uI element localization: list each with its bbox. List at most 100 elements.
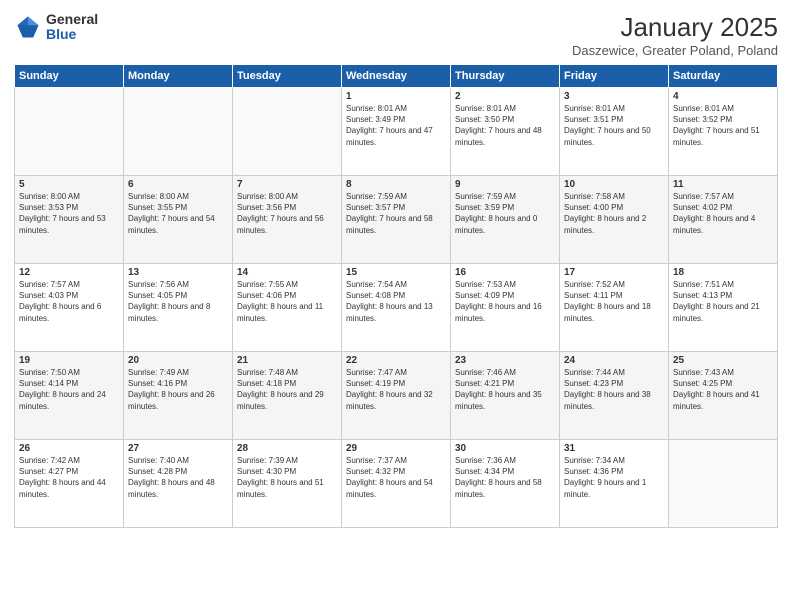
day-number: 13 <box>128 267 228 278</box>
week-row-5: 26Sunrise: 7:42 AM Sunset: 4:27 PM Dayli… <box>15 440 778 528</box>
day-number: 31 <box>564 443 664 454</box>
header-saturday: Saturday <box>669 65 778 88</box>
day-number: 30 <box>455 443 555 454</box>
day-cell: 1Sunrise: 8:01 AM Sunset: 3:49 PM Daylig… <box>342 88 451 176</box>
day-info: Sunrise: 7:51 AM Sunset: 4:13 PM Dayligh… <box>673 279 773 324</box>
day-info: Sunrise: 7:55 AM Sunset: 4:06 PM Dayligh… <box>237 279 337 324</box>
week-row-1: 1Sunrise: 8:01 AM Sunset: 3:49 PM Daylig… <box>15 88 778 176</box>
header-monday: Monday <box>124 65 233 88</box>
day-info: Sunrise: 7:44 AM Sunset: 4:23 PM Dayligh… <box>564 367 664 412</box>
day-cell: 6Sunrise: 8:00 AM Sunset: 3:55 PM Daylig… <box>124 176 233 264</box>
day-number: 24 <box>564 355 664 366</box>
day-info: Sunrise: 7:59 AM Sunset: 3:57 PM Dayligh… <box>346 191 446 236</box>
day-cell: 25Sunrise: 7:43 AM Sunset: 4:25 PM Dayli… <box>669 352 778 440</box>
day-number: 1 <box>346 91 446 102</box>
logo-general-text: General <box>46 12 98 27</box>
day-cell: 21Sunrise: 7:48 AM Sunset: 4:18 PM Dayli… <box>233 352 342 440</box>
day-number: 10 <box>564 179 664 190</box>
day-info: Sunrise: 7:56 AM Sunset: 4:05 PM Dayligh… <box>128 279 228 324</box>
day-number: 29 <box>346 443 446 454</box>
day-cell: 4Sunrise: 8:01 AM Sunset: 3:52 PM Daylig… <box>669 88 778 176</box>
day-cell: 12Sunrise: 7:57 AM Sunset: 4:03 PM Dayli… <box>15 264 124 352</box>
day-cell: 24Sunrise: 7:44 AM Sunset: 4:23 PM Dayli… <box>560 352 669 440</box>
day-number: 23 <box>455 355 555 366</box>
day-info: Sunrise: 7:43 AM Sunset: 4:25 PM Dayligh… <box>673 367 773 412</box>
day-cell <box>124 88 233 176</box>
day-number: 16 <box>455 267 555 278</box>
day-number: 28 <box>237 443 337 454</box>
day-cell: 27Sunrise: 7:40 AM Sunset: 4:28 PM Dayli… <box>124 440 233 528</box>
day-number: 7 <box>237 179 337 190</box>
day-cell: 8Sunrise: 7:59 AM Sunset: 3:57 PM Daylig… <box>342 176 451 264</box>
day-number: 12 <box>19 267 119 278</box>
month-title: January 2025 <box>572 12 778 43</box>
day-number: 18 <box>673 267 773 278</box>
day-info: Sunrise: 7:58 AM Sunset: 4:00 PM Dayligh… <box>564 191 664 236</box>
day-cell: 5Sunrise: 8:00 AM Sunset: 3:53 PM Daylig… <box>15 176 124 264</box>
day-cell: 3Sunrise: 8:01 AM Sunset: 3:51 PM Daylig… <box>560 88 669 176</box>
location-subtitle: Daszewice, Greater Poland, Poland <box>572 43 778 58</box>
day-cell: 28Sunrise: 7:39 AM Sunset: 4:30 PM Dayli… <box>233 440 342 528</box>
day-cell: 22Sunrise: 7:47 AM Sunset: 4:19 PM Dayli… <box>342 352 451 440</box>
calendar-table: SundayMondayTuesdayWednesdayThursdayFrid… <box>14 64 778 528</box>
day-number: 4 <box>673 91 773 102</box>
day-cell: 15Sunrise: 7:54 AM Sunset: 4:08 PM Dayli… <box>342 264 451 352</box>
day-cell: 2Sunrise: 8:01 AM Sunset: 3:50 PM Daylig… <box>451 88 560 176</box>
day-info: Sunrise: 7:36 AM Sunset: 4:34 PM Dayligh… <box>455 455 555 500</box>
logo-blue-text: Blue <box>46 27 98 42</box>
day-info: Sunrise: 7:47 AM Sunset: 4:19 PM Dayligh… <box>346 367 446 412</box>
day-info: Sunrise: 8:01 AM Sunset: 3:51 PM Dayligh… <box>564 103 664 148</box>
logo: General Blue <box>14 12 98 43</box>
day-info: Sunrise: 7:48 AM Sunset: 4:18 PM Dayligh… <box>237 367 337 412</box>
day-info: Sunrise: 8:00 AM Sunset: 3:53 PM Dayligh… <box>19 191 119 236</box>
day-info: Sunrise: 7:49 AM Sunset: 4:16 PM Dayligh… <box>128 367 228 412</box>
day-info: Sunrise: 7:57 AM Sunset: 4:02 PM Dayligh… <box>673 191 773 236</box>
day-cell: 10Sunrise: 7:58 AM Sunset: 4:00 PM Dayli… <box>560 176 669 264</box>
header-row: SundayMondayTuesdayWednesdayThursdayFrid… <box>15 65 778 88</box>
header: General Blue January 2025 Daszewice, Gre… <box>14 12 778 58</box>
day-info: Sunrise: 7:59 AM Sunset: 3:59 PM Dayligh… <box>455 191 555 236</box>
day-cell: 23Sunrise: 7:46 AM Sunset: 4:21 PM Dayli… <box>451 352 560 440</box>
week-row-2: 5Sunrise: 8:00 AM Sunset: 3:53 PM Daylig… <box>15 176 778 264</box>
day-number: 25 <box>673 355 773 366</box>
day-info: Sunrise: 7:34 AM Sunset: 4:36 PM Dayligh… <box>564 455 664 500</box>
day-cell: 9Sunrise: 7:59 AM Sunset: 3:59 PM Daylig… <box>451 176 560 264</box>
day-number: 20 <box>128 355 228 366</box>
day-number: 21 <box>237 355 337 366</box>
day-number: 2 <box>455 91 555 102</box>
day-cell: 18Sunrise: 7:51 AM Sunset: 4:13 PM Dayli… <box>669 264 778 352</box>
day-info: Sunrise: 8:01 AM Sunset: 3:52 PM Dayligh… <box>673 103 773 148</box>
day-cell: 11Sunrise: 7:57 AM Sunset: 4:02 PM Dayli… <box>669 176 778 264</box>
day-info: Sunrise: 8:01 AM Sunset: 3:49 PM Dayligh… <box>346 103 446 148</box>
day-info: Sunrise: 7:54 AM Sunset: 4:08 PM Dayligh… <box>346 279 446 324</box>
day-cell <box>15 88 124 176</box>
header-tuesday: Tuesday <box>233 65 342 88</box>
day-info: Sunrise: 7:37 AM Sunset: 4:32 PM Dayligh… <box>346 455 446 500</box>
day-info: Sunrise: 7:46 AM Sunset: 4:21 PM Dayligh… <box>455 367 555 412</box>
header-sunday: Sunday <box>15 65 124 88</box>
header-wednesday: Wednesday <box>342 65 451 88</box>
day-number: 19 <box>19 355 119 366</box>
title-block: January 2025 Daszewice, Greater Poland, … <box>572 12 778 58</box>
day-number: 8 <box>346 179 446 190</box>
week-row-3: 12Sunrise: 7:57 AM Sunset: 4:03 PM Dayli… <box>15 264 778 352</box>
day-number: 22 <box>346 355 446 366</box>
day-cell: 30Sunrise: 7:36 AM Sunset: 4:34 PM Dayli… <box>451 440 560 528</box>
day-number: 11 <box>673 179 773 190</box>
day-info: Sunrise: 7:50 AM Sunset: 4:14 PM Dayligh… <box>19 367 119 412</box>
day-info: Sunrise: 7:39 AM Sunset: 4:30 PM Dayligh… <box>237 455 337 500</box>
day-info: Sunrise: 7:42 AM Sunset: 4:27 PM Dayligh… <box>19 455 119 500</box>
day-number: 15 <box>346 267 446 278</box>
day-cell: 13Sunrise: 7:56 AM Sunset: 4:05 PM Dayli… <box>124 264 233 352</box>
day-number: 26 <box>19 443 119 454</box>
day-cell <box>233 88 342 176</box>
day-cell: 17Sunrise: 7:52 AM Sunset: 4:11 PM Dayli… <box>560 264 669 352</box>
day-number: 27 <box>128 443 228 454</box>
day-info: Sunrise: 8:00 AM Sunset: 3:56 PM Dayligh… <box>237 191 337 236</box>
week-row-4: 19Sunrise: 7:50 AM Sunset: 4:14 PM Dayli… <box>15 352 778 440</box>
day-info: Sunrise: 8:01 AM Sunset: 3:50 PM Dayligh… <box>455 103 555 148</box>
day-info: Sunrise: 7:52 AM Sunset: 4:11 PM Dayligh… <box>564 279 664 324</box>
logo-text: General Blue <box>46 12 98 43</box>
day-cell: 31Sunrise: 7:34 AM Sunset: 4:36 PM Dayli… <box>560 440 669 528</box>
day-info: Sunrise: 7:57 AM Sunset: 4:03 PM Dayligh… <box>19 279 119 324</box>
